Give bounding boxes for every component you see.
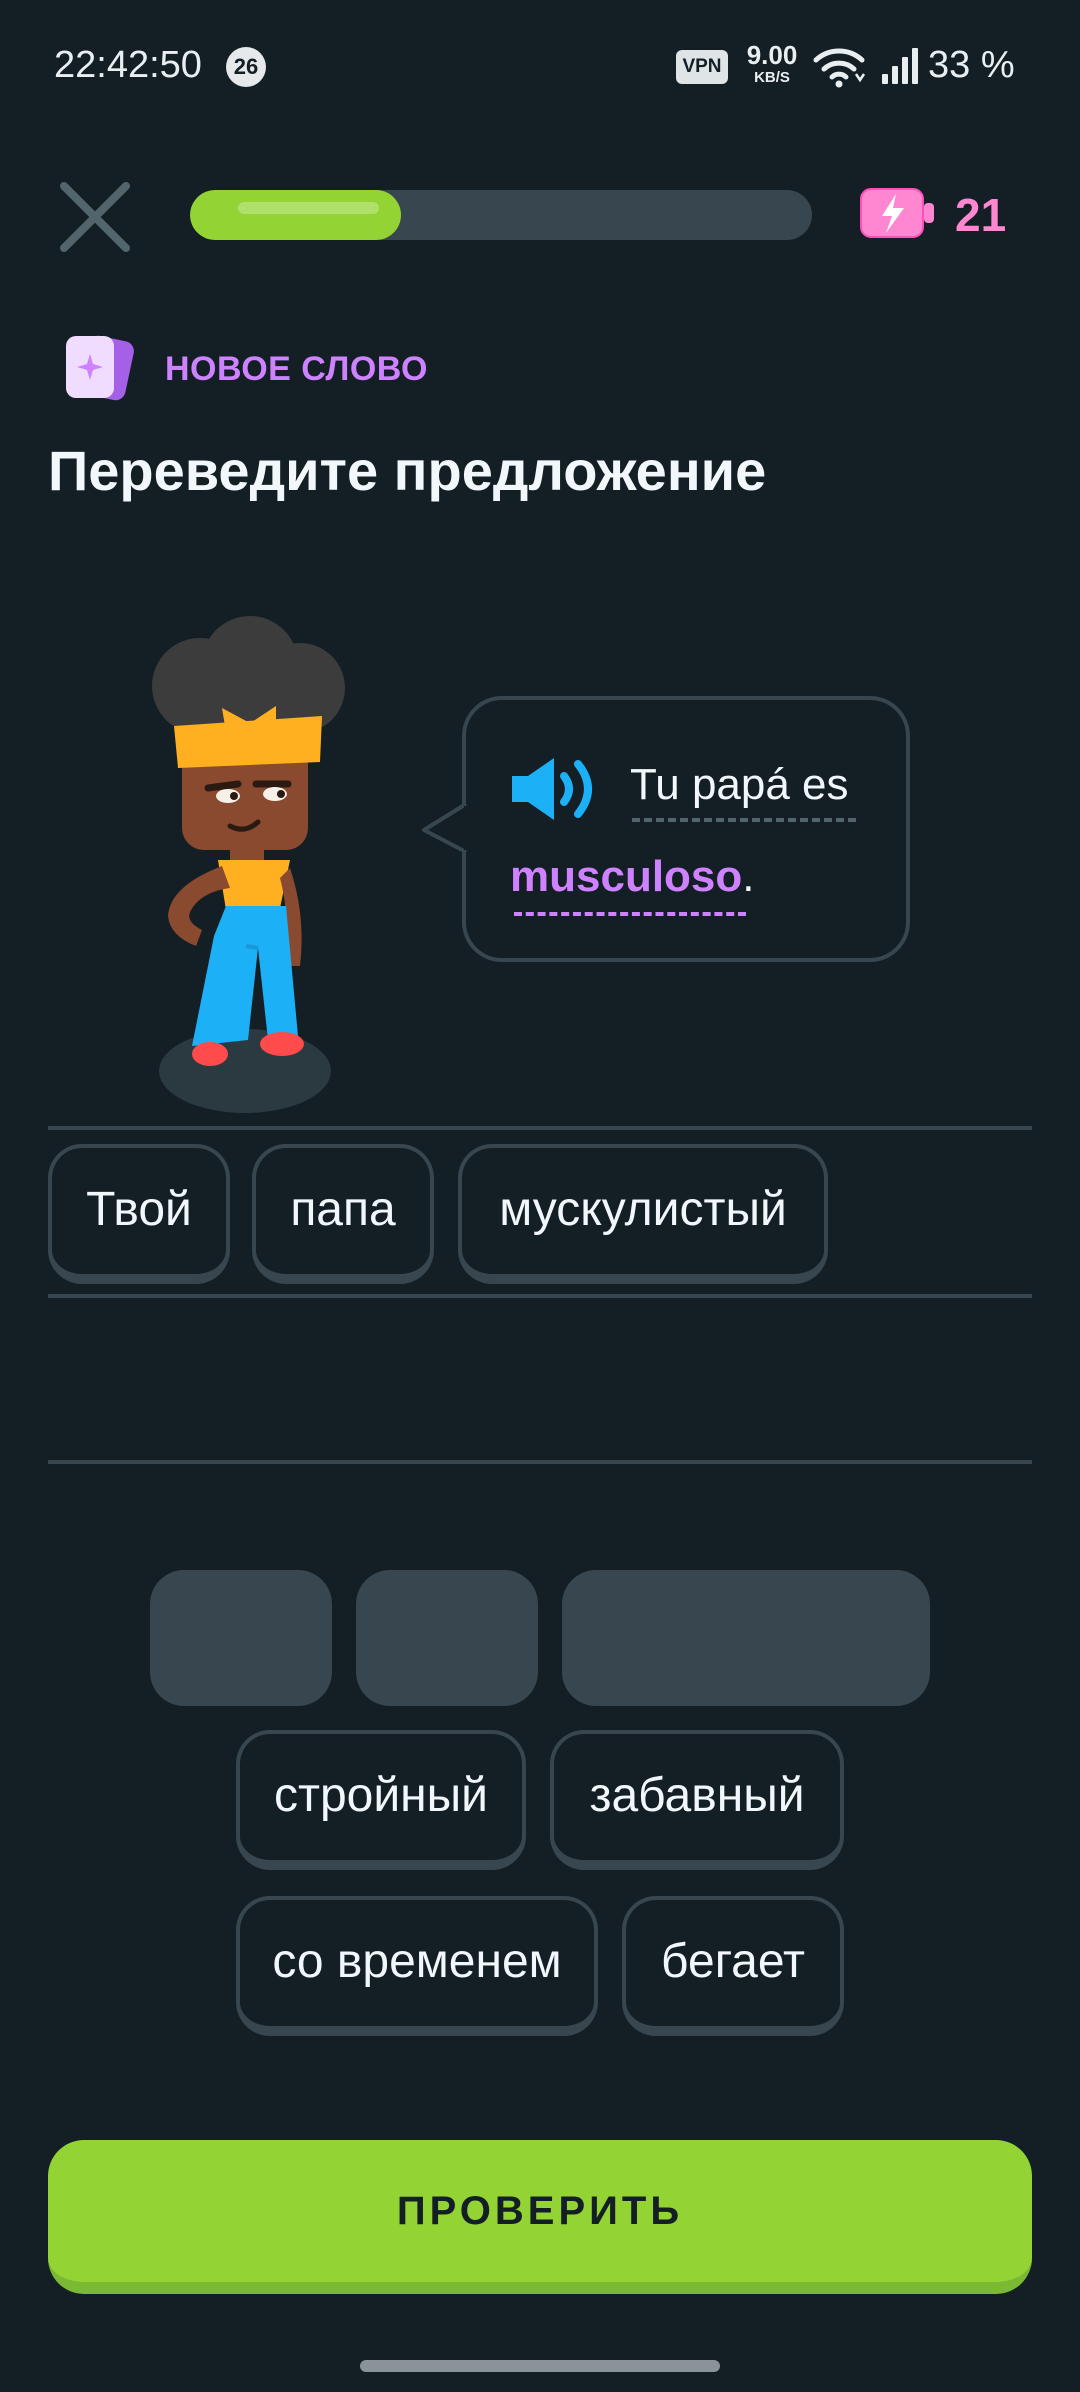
signal-icon	[882, 48, 918, 84]
home-indicator[interactable]	[360, 2360, 720, 2372]
wifi-icon	[813, 48, 866, 88]
notification-count-badge: 26	[226, 47, 266, 87]
page-title: Переведите предложение	[48, 439, 767, 502]
hint-underline	[632, 818, 856, 822]
check-button[interactable]: ПРОВЕРИТЬ	[48, 2140, 1032, 2294]
answer-line-bottom	[48, 1460, 1032, 1464]
speaker-icon[interactable]	[508, 752, 604, 826]
word-bank-tile[interactable]: забавный	[550, 1730, 844, 1870]
sentence-new-word-line[interactable]: musculoso.	[510, 852, 755, 902]
new-word-label: НОВОЕ СЛОВО	[165, 350, 428, 388]
progress-fill	[190, 190, 402, 240]
vpn-icon: VPN	[676, 50, 728, 84]
status-time: 22:42:50	[54, 44, 202, 86]
answer-tile[interactable]: мускулистый	[458, 1144, 828, 1284]
answer-tile[interactable]: Твой	[48, 1144, 230, 1284]
network-speed: 9.00 KB/S	[740, 42, 804, 85]
close-icon[interactable]	[58, 180, 132, 254]
answer-tile[interactable]: папа	[252, 1144, 434, 1284]
used-word-slot	[150, 1570, 332, 1706]
energy-battery-icon	[860, 188, 934, 238]
answer-line-middle	[48, 1294, 1032, 1298]
speech-bubble-tail	[422, 802, 468, 854]
answer-line-top	[48, 1126, 1032, 1130]
word-bank-tile[interactable]: стройный	[236, 1730, 526, 1870]
sentence-text[interactable]: Tu papá es	[630, 760, 849, 810]
speech-bubble	[462, 696, 910, 962]
new-word[interactable]: musculoso	[510, 852, 742, 901]
lesson-progress-bar	[190, 190, 812, 240]
new-word-card-icon	[66, 335, 134, 401]
sentence-end: .	[742, 852, 755, 901]
used-word-slot	[356, 1570, 538, 1706]
word-bank-tile[interactable]: со временем	[236, 1896, 598, 2036]
energy-count: 21	[955, 189, 1007, 241]
new-word-underline	[514, 912, 746, 916]
network-speed-unit: KB/S	[754, 69, 790, 86]
network-speed-value: 9.00	[746, 40, 798, 70]
character-illustration	[152, 616, 345, 1113]
used-word-slot	[562, 1570, 930, 1706]
battery-percent: 33 %	[928, 44, 1015, 86]
progress-shine	[238, 202, 380, 214]
word-bank-tile[interactable]: бегает	[622, 1896, 844, 2036]
